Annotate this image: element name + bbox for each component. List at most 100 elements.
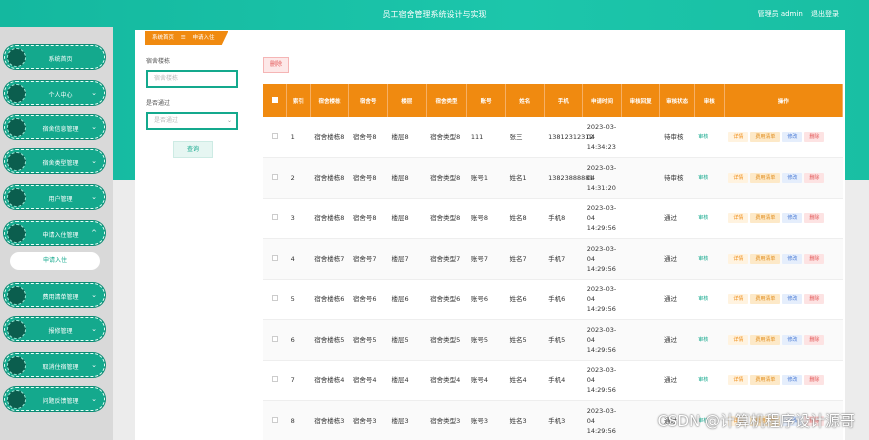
bill-button[interactable]: 费用清单: [750, 294, 781, 305]
review-link[interactable]: 审核: [694, 117, 725, 158]
detail-button[interactable]: 详情: [728, 132, 749, 142]
col-header: 楼层: [387, 84, 427, 117]
cell-phone: 13823888881: [544, 157, 594, 199]
col-header: 姓名: [505, 84, 545, 117]
sidebar-item[interactable]: 申请入住管理 ^: [4, 221, 105, 245]
row-checkbox[interactable]: [263, 117, 287, 158]
cell-name: 姓名3: [505, 400, 545, 440]
cell-room: 宿舍号6: [348, 279, 388, 320]
delete-button[interactable]: 删除: [804, 213, 825, 224]
batch-delete-button[interactable]: 删除: [263, 57, 289, 73]
table-row: 3 宿舍楼栋8 宿舍号8 楼层8 宿舍类型8 账号8 姓名8 手机8 2023-03-04 14…: [263, 198, 843, 239]
menu-dot-icon: [7, 152, 26, 171]
delete-button[interactable]: 删除: [804, 334, 825, 345]
row-checkbox[interactable]: [263, 157, 287, 199]
chevron-icon: ⌄: [91, 291, 97, 299]
review-link[interactable]: 审核: [694, 279, 725, 320]
bill-button[interactable]: 费用清单: [750, 375, 781, 386]
cell-floor: 楼层6: [387, 279, 427, 320]
cell-floor: 楼层4: [387, 360, 427, 401]
review-link[interactable]: 审核: [694, 157, 725, 199]
edit-button[interactable]: 修改: [782, 334, 803, 345]
cell-phone: 手机7: [544, 238, 583, 280]
review-link[interactable]: 审核: [694, 198, 725, 239]
breadcrumb: 系统首页 ☰ 申请入住: [145, 31, 229, 45]
cell-status: 待审核: [659, 117, 695, 158]
cell-reply: [621, 157, 660, 199]
menu-dot-icon: [7, 390, 26, 409]
cell-floor: 楼层5: [387, 319, 427, 361]
sidebar-item[interactable]: 取消住宿管理 ⌄: [4, 353, 105, 377]
col-header: 宿舍号: [348, 84, 388, 117]
watermark: CSDN @计算机程序设计源哥: [657, 412, 855, 430]
cell-time: 2023-03-04 14:29:56: [582, 238, 622, 280]
sidebar-item[interactable]: 费用清单管理 ⌄: [4, 283, 105, 307]
detail-button[interactable]: 详情: [728, 213, 749, 224]
detail-button[interactable]: 详情: [728, 294, 749, 305]
delete-button[interactable]: 删除: [804, 172, 825, 183]
detail-button[interactable]: 详情: [728, 172, 749, 183]
col-header: 宿舍类型: [426, 84, 468, 117]
sidebar-item[interactable]: 宿舍类型管理 ⌄: [4, 149, 105, 173]
row-checkbox[interactable]: [263, 238, 287, 280]
cell-building: 宿舍楼栋8: [310, 157, 349, 199]
row-checkbox[interactable]: [263, 360, 287, 401]
cell-idx: 7: [286, 360, 311, 401]
edit-button[interactable]: 修改: [782, 132, 803, 142]
menu-dot-icon: [7, 48, 26, 67]
cell-idx: 2: [286, 157, 311, 199]
cell-type: 宿舍类型5: [426, 319, 467, 361]
bill-button[interactable]: 费用清单: [750, 213, 781, 224]
edit-button[interactable]: 修改: [782, 253, 803, 264]
edit-button[interactable]: 修改: [782, 213, 803, 224]
cell-room: 宿舍号4: [348, 360, 388, 401]
sidebar-subitem-apply[interactable]: 申请入住: [10, 252, 100, 270]
row-checkbox[interactable]: [263, 279, 287, 320]
user-role: 管理员 admin: [757, 10, 803, 18]
sidebar-item-label: 用户管理: [48, 196, 73, 203]
delete-button[interactable]: 删除: [804, 375, 825, 386]
sidebar-item[interactable]: 系统首页: [4, 45, 105, 69]
building-filter-input[interactable]: 宿舍楼栋: [146, 70, 238, 88]
select-all-checkbox[interactable]: [263, 84, 288, 117]
delete-button[interactable]: 删除: [804, 294, 825, 305]
cell-time: 2023-03-04 14:29:56: [582, 360, 622, 401]
review-link[interactable]: 审核: [694, 238, 725, 280]
review-link[interactable]: 审核: [694, 360, 725, 401]
logout-link[interactable]: 退出登录: [811, 10, 839, 18]
edit-button[interactable]: 修改: [782, 294, 803, 305]
search-button[interactable]: 查询: [173, 141, 213, 158]
bill-button[interactable]: 费用清单: [750, 132, 781, 142]
row-checkbox[interactable]: [263, 319, 287, 361]
approved-filter-select[interactable]: 是否通过 ⌄: [146, 112, 238, 130]
sidebar-item[interactable]: 问题反馈管理 ⌄: [4, 387, 105, 411]
detail-button[interactable]: 详情: [728, 253, 749, 264]
delete-button[interactable]: 删除: [804, 253, 825, 264]
breadcrumb-home[interactable]: 系统首页: [152, 35, 174, 41]
bill-button[interactable]: 费用清单: [750, 172, 781, 183]
chevron-icon: ⌄: [91, 89, 97, 97]
bill-button[interactable]: 费用清单: [750, 253, 781, 264]
row-actions: 详情 费用清单 修改 删除: [724, 279, 843, 320]
sidebar-item-label: 报修管理: [48, 328, 73, 335]
table-row: 7 宿舍楼栋4 宿舍号4 楼层4 宿舍类型4 账号4 姓名4 手机4 2023-03-04 14…: [263, 360, 843, 401]
detail-button[interactable]: 详情: [728, 334, 749, 345]
row-checkbox[interactable]: [263, 198, 287, 239]
sidebar-item[interactable]: 宿舍信息管理 ⌄: [4, 115, 105, 139]
edit-button[interactable]: 修改: [782, 172, 803, 183]
bill-button[interactable]: 费用清单: [750, 334, 781, 345]
cell-idx: 5: [286, 279, 311, 320]
row-actions: 详情 费用清单 修改 删除: [724, 117, 843, 158]
row-checkbox[interactable]: [263, 400, 287, 440]
review-link[interactable]: 审核: [694, 319, 725, 361]
delete-button[interactable]: 删除: [804, 132, 825, 142]
cell-idx: 8: [286, 400, 311, 440]
sidebar-item[interactable]: 报修管理 ⌄: [4, 317, 105, 341]
sidebar-item[interactable]: 个人中心 ⌄: [4, 81, 105, 105]
edit-button[interactable]: 修改: [782, 375, 803, 386]
sidebar-item-label: 取消住宿管理: [42, 364, 79, 371]
cell-time: 2023-03-04 14:29:56: [582, 319, 622, 361]
detail-button[interactable]: 详情: [728, 375, 749, 386]
sidebar-item[interactable]: 用户管理 ⌄: [4, 185, 105, 209]
cell-type: 宿舍类型8: [426, 198, 467, 239]
